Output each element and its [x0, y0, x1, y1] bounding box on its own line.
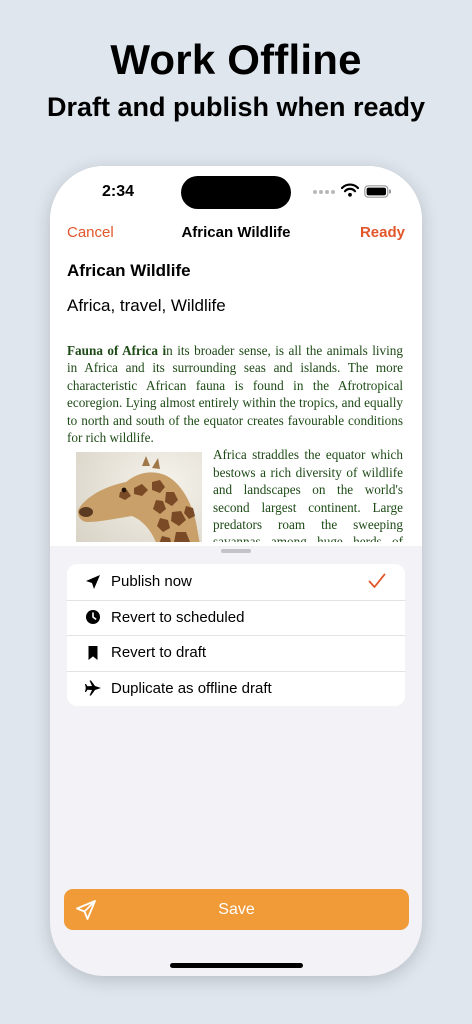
status-bar: 2:34	[50, 166, 422, 220]
editor-sheet: 2:34 Cancel African Wildlife Ready Afric…	[50, 166, 422, 546]
sheet-grabber[interactable]	[221, 549, 251, 553]
menu-item-label: Revert to draft	[111, 644, 207, 662]
save-button[interactable]: Save	[64, 889, 409, 930]
paper-plane-icon	[85, 574, 101, 590]
post-title-field[interactable]: African Wildlife	[67, 261, 191, 281]
save-label: Save	[218, 901, 255, 918]
editor-nav-bar: Cancel African Wildlife Ready	[50, 220, 422, 246]
phone-frame: 2:34 Cancel African Wildlife Ready Afric…	[50, 166, 422, 976]
promo-headline: Work Offline	[110, 36, 362, 83]
menu-item-revert-to-draft[interactable]: Revert to draft	[67, 635, 405, 671]
clock-icon	[85, 609, 101, 625]
checkmark-icon	[368, 573, 386, 588]
home-indicator[interactable]	[170, 963, 303, 968]
menu-item-duplicate-offline-draft[interactable]: Duplicate as offline draft	[67, 670, 405, 707]
menu-item-label: Duplicate as offline draft	[111, 679, 272, 697]
bookmark-icon	[85, 645, 101, 661]
article-paragraph-text: n its broader sense, is all the animals …	[67, 343, 403, 446]
promo-subheadline: Draft and publish when ready	[46, 92, 426, 122]
cellular-signal-icon	[313, 190, 335, 196]
giraffe-photo	[76, 452, 202, 542]
menu-item-revert-to-scheduled[interactable]: Revert to scheduled	[67, 599, 405, 636]
status-time: 2:34	[102, 183, 135, 200]
battery-icon	[364, 185, 391, 198]
post-body-editor[interactable]: Fauna of Africa in its broader sense, is…	[67, 342, 403, 542]
menu-item-label: Publish now	[111, 573, 192, 591]
article-paragraph-text: Africa straddles the equator which besto…	[213, 447, 403, 542]
publish-options-menu: Publish now Revert to scheduled Revert t…	[67, 564, 405, 706]
article-paragraph: Fauna of Africa in its broader sense, is…	[67, 342, 403, 446]
dynamic-island	[181, 176, 291, 209]
article-lead: Fauna of Africa i	[67, 343, 167, 358]
ready-button[interactable]: Ready	[360, 224, 405, 241]
menu-item-publish-now[interactable]: Publish now	[67, 564, 405, 600]
airplane-icon	[85, 680, 101, 696]
post-tags-field[interactable]: Africa, travel, Wildlife	[67, 296, 226, 316]
menu-item-label: Revert to scheduled	[111, 608, 245, 626]
wifi-icon	[341, 183, 359, 197]
